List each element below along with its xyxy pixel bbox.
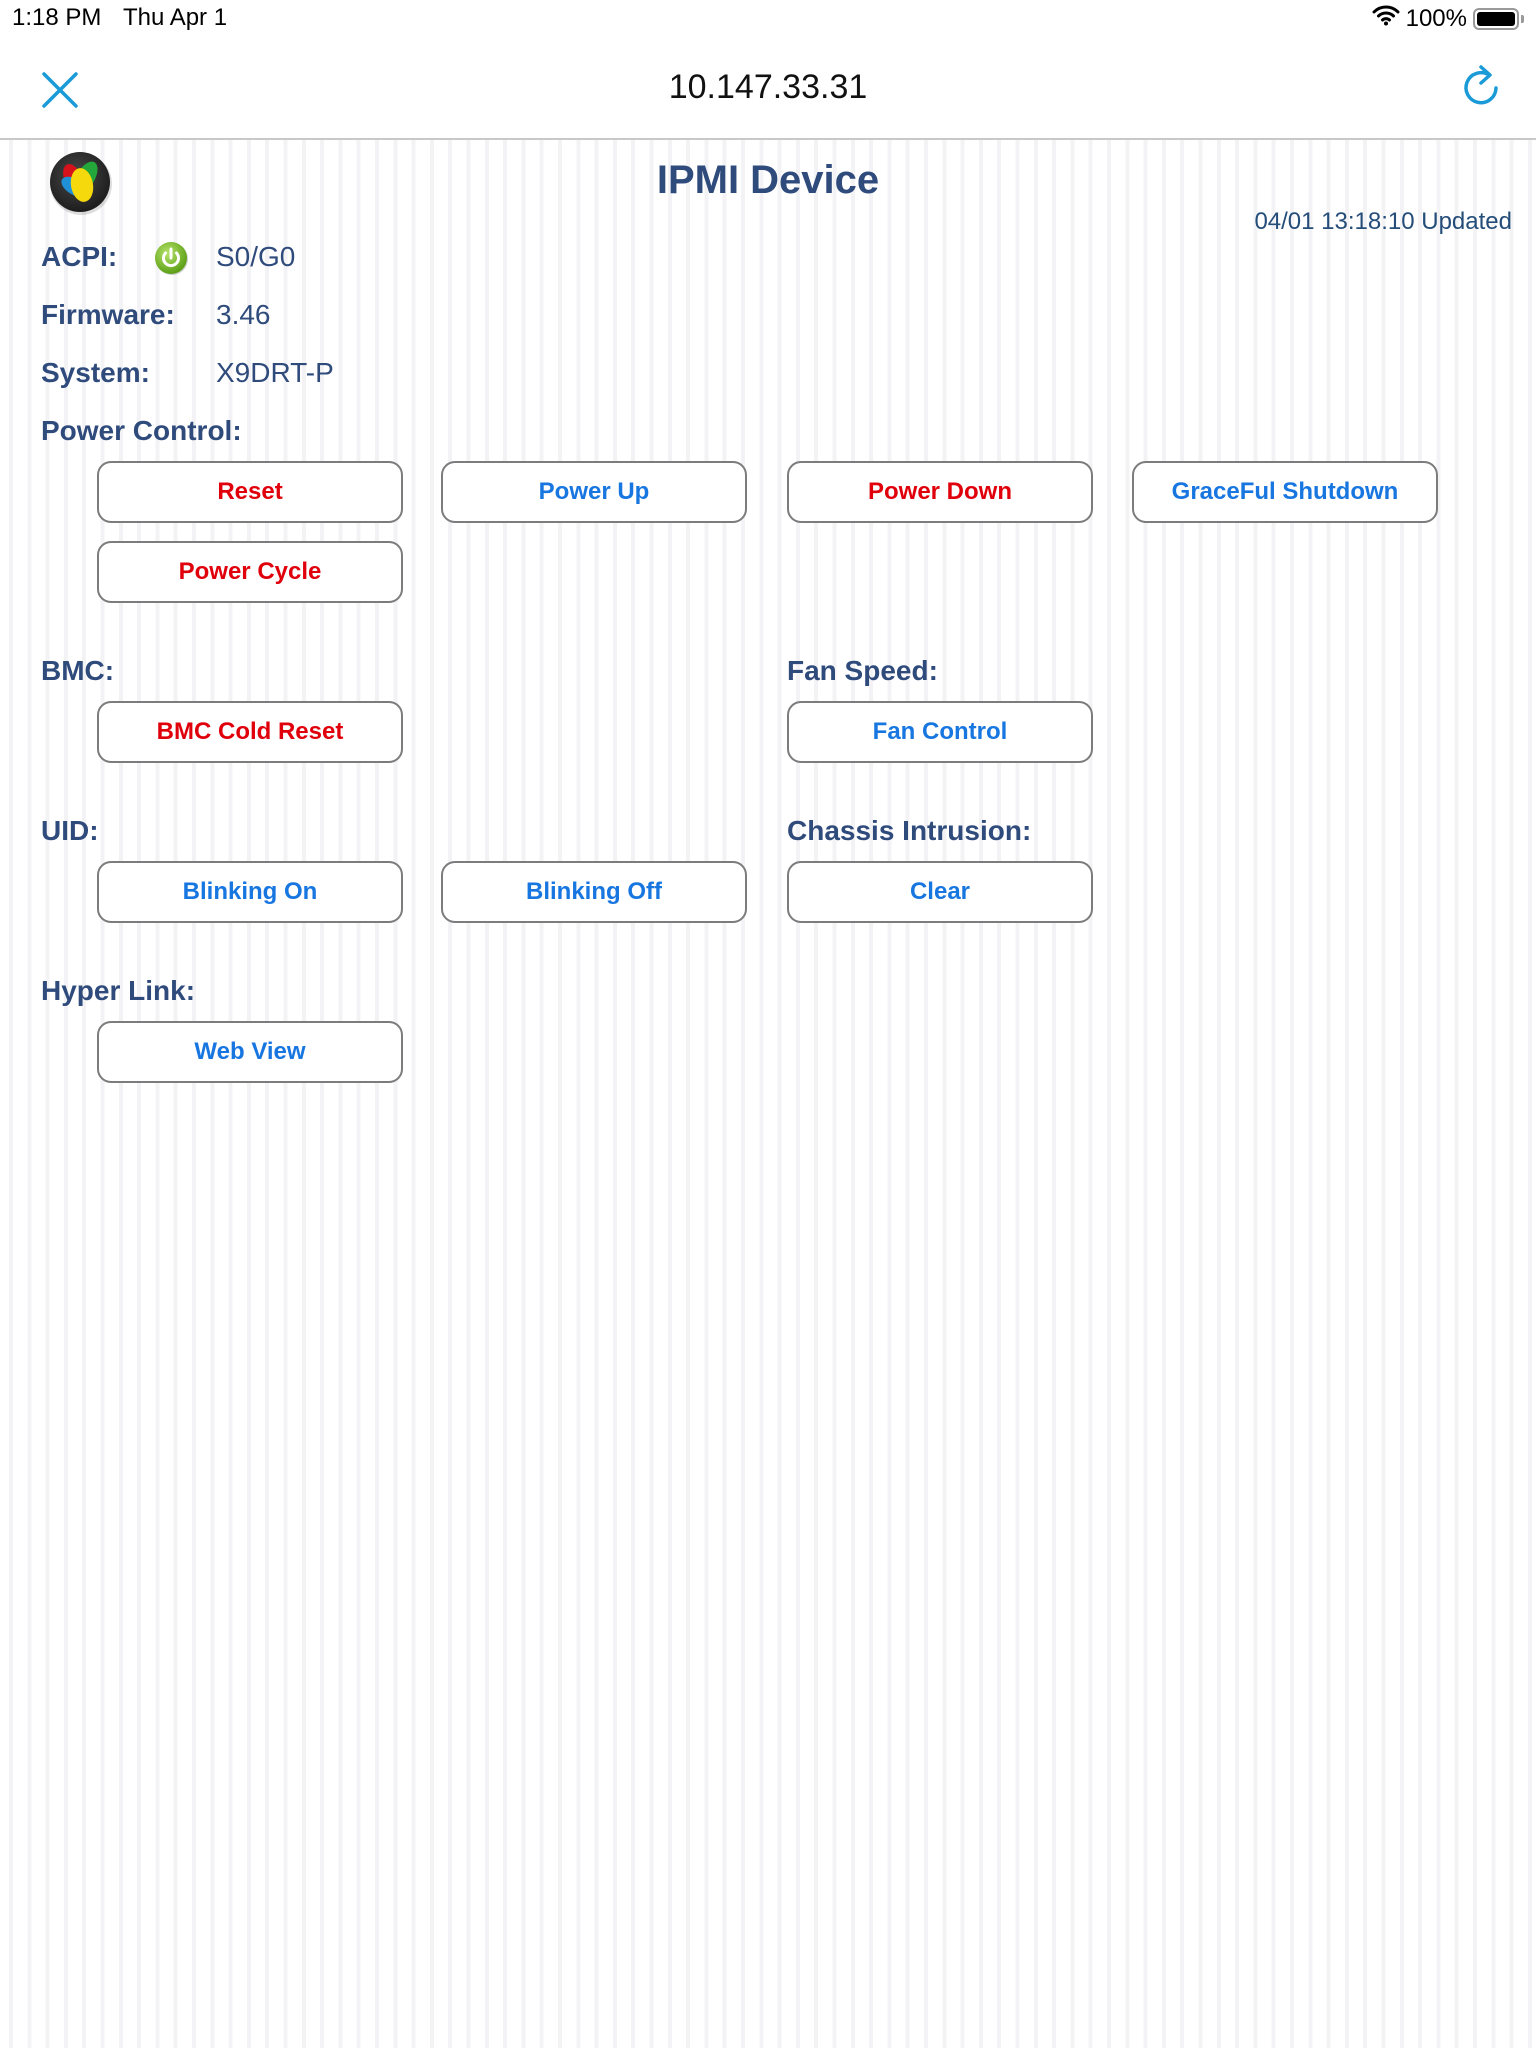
graceful-shutdown-button[interactable]: GraceFul Shutdown [1132, 461, 1438, 523]
battery-icon [1473, 7, 1519, 30]
acpi-value: S0/G0 [216, 241, 296, 272]
refresh-icon [1464, 65, 1498, 105]
battery-tip [1521, 14, 1524, 23]
refresh-button[interactable] [1456, 62, 1506, 112]
power-down-button[interactable]: Power Down [787, 461, 1093, 523]
status-date: Thu Apr 1 [123, 4, 228, 31]
power-on-icon [153, 240, 189, 276]
updated-timestamp: 04/01 13:18:10 Updated [1254, 208, 1512, 235]
bmc-label: BMC: [41, 655, 115, 686]
power-control-label: Power Control: [41, 415, 242, 446]
page-title: IPMI Device [656, 158, 880, 202]
web-view-button[interactable]: Web View [97, 1021, 403, 1083]
blinking-off-button[interactable]: Blinking Off [441, 861, 747, 923]
status-time: 1:18 PM [12, 4, 102, 31]
firmware-label: Firmware: [41, 299, 175, 330]
clear-intrusion-button[interactable]: Clear [787, 861, 1093, 923]
bmc-cold-reset-button[interactable]: BMC Cold Reset [97, 701, 403, 763]
nav-title: 10.147.33.31 [668, 68, 868, 106]
content-area: IPMI Device 04/01 13:18:10 Updated ACPI:… [0, 140, 1536, 2048]
battery-percent: 100% [1405, 4, 1467, 32]
reset-button[interactable]: Reset [97, 461, 403, 523]
system-value: X9DRT-P [216, 357, 334, 388]
firmware-value: 3.46 [216, 299, 271, 330]
fan-speed-label: Fan Speed: [787, 655, 938, 686]
status-indicators: 100% [1372, 4, 1524, 33]
wifi-icon [1372, 4, 1400, 33]
power-up-button[interactable]: Power Up [441, 461, 747, 523]
uid-label: UID: [41, 815, 99, 846]
status-bar: 1:18 PM Thu Apr 1 100% [0, 0, 1536, 40]
acpi-label: ACPI: [41, 241, 118, 272]
fan-control-button[interactable]: Fan Control [787, 701, 1093, 763]
system-label: System: [41, 357, 150, 388]
power-cycle-button[interactable]: Power Cycle [97, 541, 403, 603]
blinking-on-button[interactable]: Blinking On [97, 861, 403, 923]
chassis-intrusion-label: Chassis Intrusion: [787, 815, 1032, 846]
nav-bar: 10.147.33.31 [0, 40, 1536, 140]
hyper-link-label: Hyper Link: [41, 975, 196, 1006]
